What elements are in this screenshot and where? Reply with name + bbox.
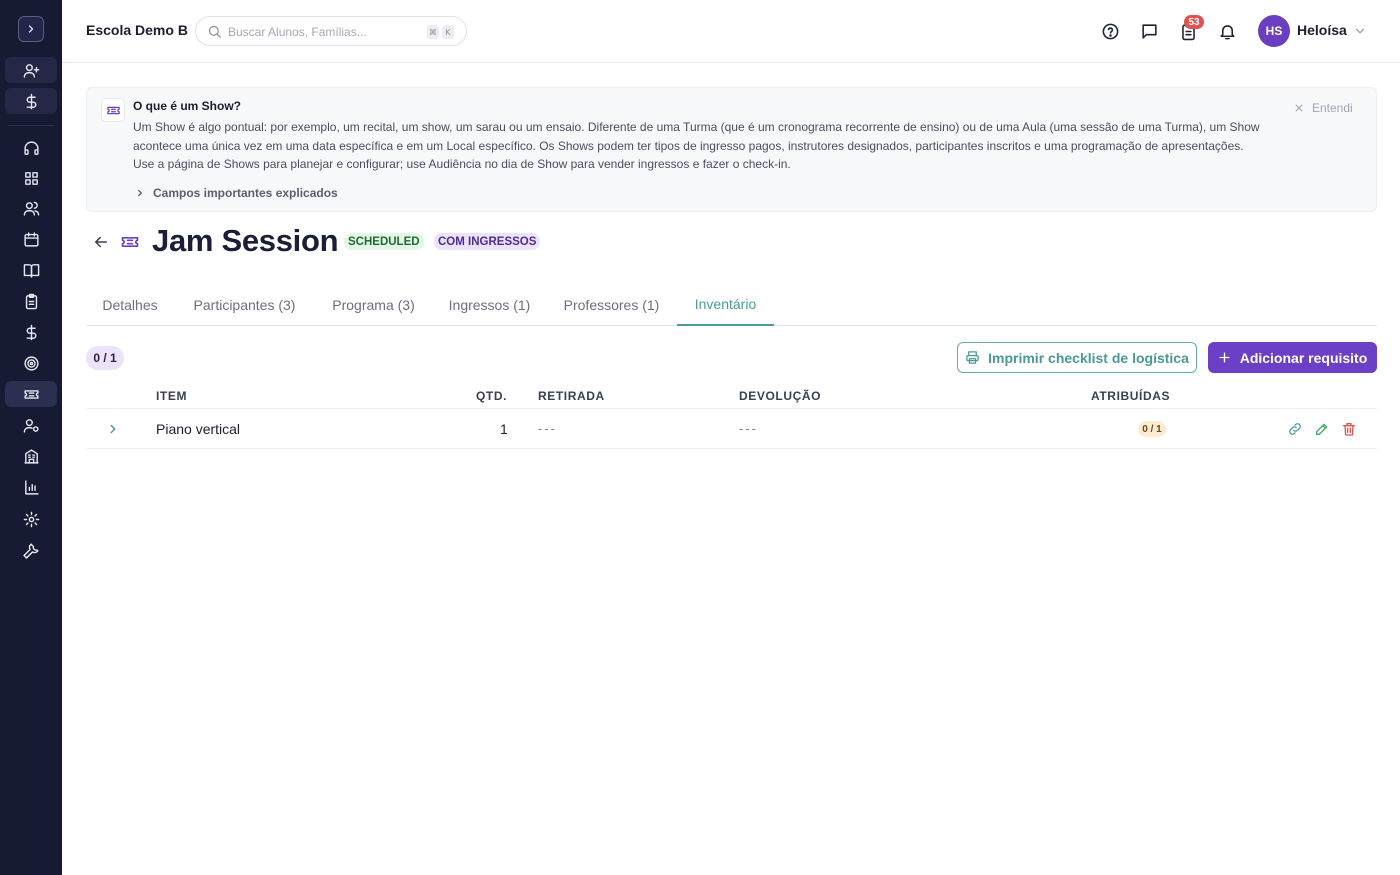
tab-program[interactable]: Programa (3) bbox=[315, 283, 432, 326]
tab-teachers[interactable]: Professores (1) bbox=[547, 283, 676, 326]
sidebar-item-people[interactable] bbox=[5, 195, 57, 221]
sidebar-item-tools[interactable] bbox=[5, 537, 57, 563]
chevron-right-icon[interactable] bbox=[106, 422, 120, 436]
tab-inventory[interactable]: Inventário bbox=[677, 283, 774, 326]
column-header-qty: QTD. bbox=[476, 389, 508, 403]
sidebar-item-tasks[interactable] bbox=[5, 288, 57, 314]
important-fields-label: Campos importantes explicados bbox=[153, 186, 338, 200]
sidebar-item-settings[interactable] bbox=[5, 506, 57, 532]
headset-icon bbox=[23, 140, 39, 155]
sidebar-item-staff[interactable] bbox=[5, 412, 57, 438]
status-badge: SCHEDULED bbox=[344, 233, 424, 250]
sidebar-item-shows[interactable] bbox=[5, 381, 57, 407]
shortcut-key-k: K bbox=[442, 25, 454, 39]
dismiss-label: Entendi bbox=[1312, 101, 1353, 115]
user-gear-icon bbox=[23, 418, 39, 433]
plus-icon bbox=[1219, 352, 1230, 363]
table-row[interactable]: Piano vertical 1 --- --- 0 / 1 bbox=[86, 409, 1377, 449]
sidebar-item-locations[interactable] bbox=[5, 443, 57, 469]
user-plus-icon bbox=[23, 63, 39, 78]
edit-icon[interactable] bbox=[1314, 421, 1330, 437]
sidebar-item-finance-quick[interactable] bbox=[5, 88, 57, 114]
ticket-icon bbox=[121, 237, 139, 247]
sidebar-divider bbox=[8, 125, 54, 126]
printer-icon bbox=[966, 351, 979, 364]
chevron-right-icon bbox=[138, 189, 142, 197]
notifications-button[interactable] bbox=[1216, 20, 1238, 42]
ticket-icon bbox=[101, 98, 125, 122]
book-icon bbox=[23, 263, 39, 278]
user-name[interactable]: Heloísa bbox=[1297, 22, 1347, 38]
target-icon bbox=[23, 355, 39, 371]
inventory-table-header: ITEM QTD. RETIRADA DEVOLUÇÃO ATRIBUÍDAS bbox=[86, 385, 1377, 409]
shortcut-key-cmd: ⌘ bbox=[427, 25, 439, 39]
top-header: Escola Demo B ⌘ K 53 HS Heloísa bbox=[62, 0, 1400, 63]
messages-button[interactable] bbox=[1138, 20, 1160, 42]
trash-icon[interactable] bbox=[1341, 421, 1357, 437]
calendar-icon bbox=[23, 231, 39, 247]
sidebar-expand-button[interactable] bbox=[18, 16, 44, 42]
tab-participants[interactable]: Participantes (3) bbox=[174, 283, 315, 326]
chevron-right-icon bbox=[28, 25, 34, 33]
sidebar-item-support[interactable] bbox=[5, 135, 57, 161]
column-header-item: ITEM bbox=[156, 389, 188, 403]
users-icon bbox=[23, 201, 39, 216]
info-title: O que é um Show? bbox=[133, 99, 242, 113]
chevron-down-icon[interactable] bbox=[1353, 24, 1367, 38]
search-input[interactable] bbox=[228, 22, 418, 42]
page-title: Jam Session bbox=[152, 223, 339, 258]
help-button[interactable] bbox=[1099, 20, 1121, 42]
requirements-count: 0 / 1 bbox=[86, 346, 124, 370]
wrench-icon bbox=[22, 542, 39, 559]
sidebar bbox=[0, 0, 62, 875]
building-icon bbox=[23, 448, 39, 464]
grid-icon bbox=[24, 171, 38, 185]
dollar-icon bbox=[26, 324, 36, 340]
info-body: Um Show é algo pontual: por exemplo, um … bbox=[133, 120, 1260, 171]
tickets-badge: COM INGRESSOS bbox=[434, 233, 541, 250]
print-checklist-label: Imprimir checklist de logística bbox=[988, 349, 1189, 366]
item-return: --- bbox=[739, 421, 758, 436]
link-icon[interactable] bbox=[1287, 421, 1303, 437]
help-circle-icon bbox=[1102, 23, 1118, 39]
sidebar-item-finance[interactable] bbox=[5, 319, 57, 345]
bell-icon bbox=[1219, 24, 1235, 39]
gear-icon bbox=[23, 511, 39, 527]
dismiss-button[interactable]: Entendi bbox=[1294, 101, 1353, 115]
message-icon bbox=[1141, 23, 1157, 39]
tab-bar: Detalhes Participantes (3) Programa (3) … bbox=[86, 283, 1377, 326]
back-arrow-icon[interactable] bbox=[92, 233, 110, 251]
ticket-icon bbox=[23, 389, 39, 399]
important-fields-toggle[interactable]: Campos importantes explicados bbox=[135, 186, 338, 200]
sidebar-item-goals[interactable] bbox=[5, 350, 57, 376]
item-name: Piano vertical bbox=[156, 421, 241, 437]
bar-chart-icon bbox=[24, 479, 39, 495]
add-requirement-button[interactable]: Adicionar requisito bbox=[1208, 342, 1377, 373]
sidebar-item-calendar[interactable] bbox=[5, 226, 57, 252]
tasks-count-badge: 53 bbox=[1184, 15, 1204, 29]
sidebar-item-add-user[interactable] bbox=[5, 57, 57, 83]
item-pickup: --- bbox=[538, 421, 557, 436]
clipboard-icon bbox=[25, 293, 37, 309]
info-callout: O que é um Show? Um Show é algo pontual:… bbox=[86, 87, 1377, 212]
sidebar-item-classes[interactable] bbox=[5, 257, 57, 283]
add-requirement-label: Adicionar requisito bbox=[1239, 349, 1368, 366]
close-icon bbox=[1295, 104, 1303, 112]
avatar[interactable]: HS bbox=[1258, 15, 1290, 47]
assigned-badge: 0 / 1 bbox=[1138, 421, 1166, 437]
sidebar-item-dashboard[interactable] bbox=[5, 165, 57, 191]
dollar-icon bbox=[26, 93, 36, 109]
print-checklist-button[interactable]: Imprimir checklist de logística bbox=[957, 342, 1197, 373]
tab-details[interactable]: Detalhes bbox=[86, 283, 174, 326]
column-header-assigned: ATRIBUÍDAS bbox=[1091, 389, 1171, 403]
column-header-pickup: RETIRADA bbox=[538, 389, 605, 403]
school-name: Escola Demo B bbox=[86, 22, 188, 38]
search-icon bbox=[208, 25, 221, 38]
global-search[interactable]: ⌘ K bbox=[195, 16, 467, 46]
column-header-return: DEVOLUÇÃO bbox=[739, 389, 822, 403]
sidebar-item-reports[interactable] bbox=[5, 474, 57, 500]
tab-tickets[interactable]: Ingressos (1) bbox=[432, 283, 547, 326]
item-qty: 1 bbox=[500, 421, 508, 437]
